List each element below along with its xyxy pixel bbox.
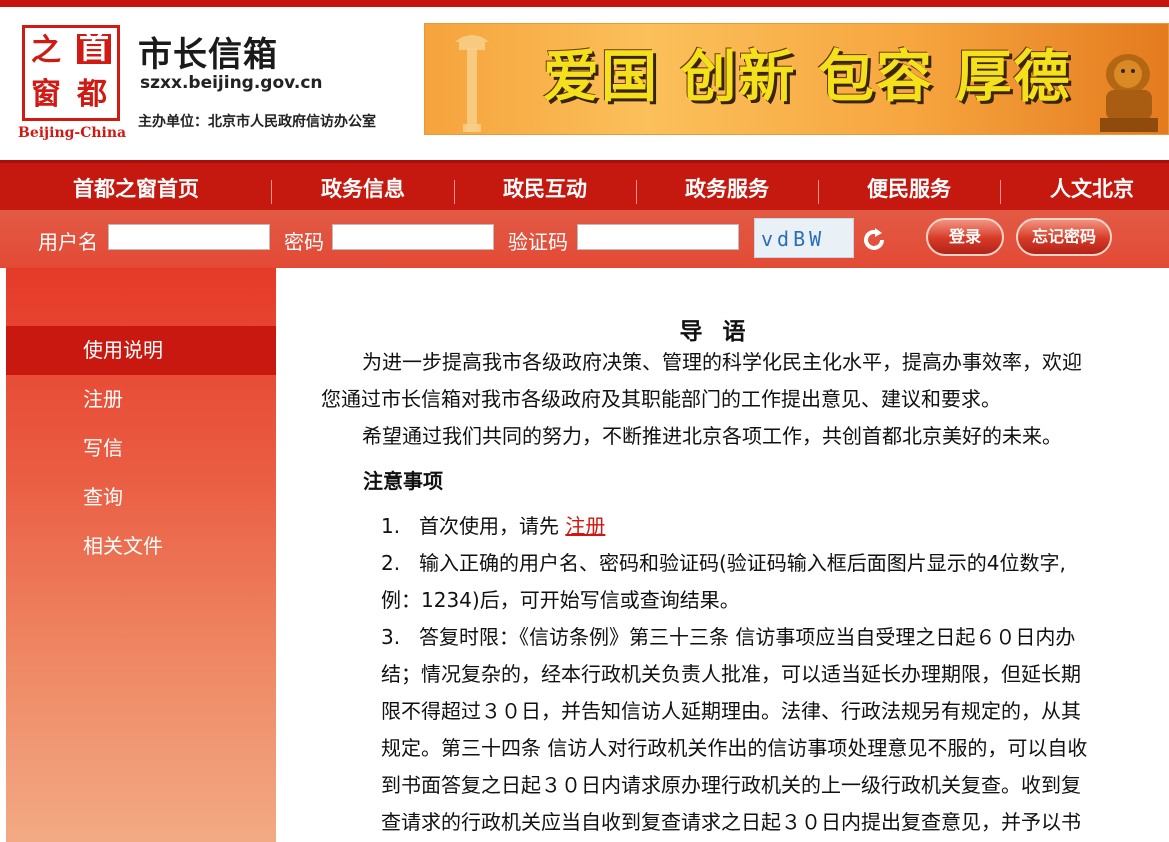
main-content: 导语 为进一步提高我市各级政府决策、管理的科学化民主化水平，提高办事效率，欢迎 …: [276, 268, 1169, 842]
lion-statue-icon: [1100, 54, 1158, 132]
intro-line-2: 您通过市长信箱对我市各级政府及其职能部门的工作提出意见、建议和要求。: [321, 387, 1001, 411]
sidebar-item-label: 使用说明: [83, 338, 163, 362]
logo-char-du: 都: [77, 77, 107, 112]
site-host: 主办单位：北京市人民政府信访办公室: [138, 114, 376, 130]
header: 之 首 窗 都 Beijing-China 市长信箱 szxx.beijing.…: [0, 7, 1169, 160]
captcha-input[interactable]: [577, 224, 739, 250]
register-link[interactable]: 注册: [565, 514, 605, 538]
sidebar-item-documents[interactable]: 相关文件: [6, 522, 276, 571]
sidebar-item-label: 注册: [83, 387, 123, 411]
sidebar-item-register[interactable]: 注册: [6, 375, 276, 424]
sidebar-item-query[interactable]: 查询: [6, 473, 276, 522]
banner: 爱国 创新 包容 厚德: [424, 23, 1169, 135]
logo-char-shou: 首: [77, 31, 111, 66]
nav-item-gov-service[interactable]: 政务服务: [636, 163, 818, 210]
captcha-image[interactable]: vdBW: [754, 218, 854, 258]
page: 之 首 窗 都 Beijing-China 市长信箱 szxx.beijing.…: [0, 0, 1169, 842]
note-3-line-4: 规定。第三十四条 信访人对行政机关作出的信访事项处理意见不服的，可以自收: [381, 736, 1088, 760]
nav-item-interaction[interactable]: 政民互动: [454, 163, 636, 210]
monument-icon: [455, 35, 489, 132]
sidebar-item-label: 写信: [83, 436, 123, 460]
nav-item-public-service[interactable]: 便民服务: [818, 163, 1000, 210]
password-label: 密码: [284, 230, 324, 254]
note-3-line-2: 结；情况复杂的，经本行政机关负责人批准，可以适当延长办理期限，但延长期: [381, 662, 1081, 686]
note-1-text: 首次使用，请先 注册: [419, 508, 605, 545]
note-1-label: 首次使用，请先: [419, 514, 559, 538]
logo-char-zhi: 之: [31, 33, 61, 68]
note-2-line-2: 例：1234)后，可开始写信或查询结果。: [381, 588, 740, 612]
captcha-text: vdBW: [761, 227, 826, 251]
username-label: 用户名: [38, 230, 98, 254]
capital-window-logo[interactable]: 之 首 窗 都 Beijing-China: [18, 25, 126, 149]
site-title: 市长信箱: [138, 35, 278, 75]
refresh-captcha-icon[interactable]: [860, 226, 888, 254]
logo-english: Beijing-China: [18, 125, 127, 141]
sidebar-item-label: 查询: [83, 485, 123, 509]
intro-line-3: 希望通过我们共同的努力，不断推进北京各项工作，共创首都北京美好的未来。: [362, 424, 1062, 448]
notes-heading: 注意事项: [363, 469, 443, 493]
username-input[interactable]: [108, 224, 270, 250]
banner-slogan: 爱国 创新 包容 厚德: [543, 44, 1072, 110]
note-number: 1.: [381, 514, 401, 538]
sidebar-item-write-letter[interactable]: 写信: [6, 424, 276, 473]
login-button[interactable]: 登录: [926, 218, 1004, 256]
note-3-line-3: 限不得超过３０日，并告知信访人延期理由。法律、行政法规另有规定的，从其: [381, 699, 1081, 723]
sidebar: 使用说明 注册 写信 查询 相关文件: [6, 268, 276, 842]
page-heading: 导语: [679, 319, 766, 345]
note-number: 2.: [381, 551, 401, 575]
sidebar-item-label: 相关文件: [83, 534, 163, 558]
note-3-line-6: 查请求的行政机关应当自收到复查请求之日起３０日内提出复查意见，并予以书: [381, 810, 1081, 834]
top-strip: [0, 0, 1169, 7]
nav-item-culture[interactable]: 人文北京: [1000, 163, 1169, 210]
note-2-line-1: 输入正确的用户名、密码和验证码(验证码输入框后面图片显示的4位数字,: [419, 551, 1066, 575]
nav-item-home[interactable]: 首都之窗首页: [0, 163, 272, 210]
password-input[interactable]: [332, 224, 494, 250]
sidebar-item-instructions[interactable]: 使用说明: [6, 326, 276, 375]
intro-line-1: 为进一步提高我市各级政府决策、管理的科学化民主化水平，提高办事效率，欢迎: [362, 350, 1082, 374]
main-nav: 首都之窗首页 政务信息 政民互动 政务服务 便民服务 人文北京: [0, 160, 1169, 210]
logo-char-chuang: 窗: [31, 77, 61, 112]
logo-box: 之 首 窗 都: [22, 25, 120, 121]
note-3-line-5: 到书面答复之日起３０日内请求原办理行政机关的上一级行政机关复查。收到复: [381, 773, 1081, 797]
note-3-line-1: 答复时限：《信访条例》第三十三条 信访事项应当自受理之日起６０日内办: [419, 625, 1076, 649]
note-number: 3.: [381, 625, 401, 649]
nav-item-gov-info[interactable]: 政务信息: [272, 163, 454, 210]
login-bar: 用户名 密码 验证码 vdBW 登录 忘记密码: [0, 210, 1169, 268]
site-url: szxx.beijing.gov.cn: [140, 73, 323, 93]
captcha-label: 验证码: [508, 230, 568, 254]
forgot-password-button[interactable]: 忘记密码: [1016, 218, 1112, 256]
